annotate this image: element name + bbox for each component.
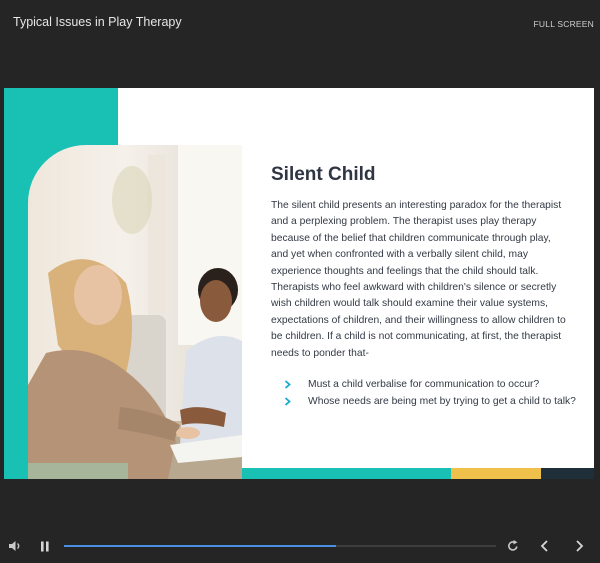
slide-body-text: The silent child presents an interesting… (271, 200, 566, 359)
next-icon[interactable] (575, 540, 584, 552)
progress-bar[interactable] (64, 545, 496, 547)
progress-fill (64, 545, 337, 547)
accent-bar-teal (242, 468, 451, 479)
bullet-item: Must a child verbalise for communication… (284, 376, 576, 393)
bullet-list: Must a child verbalise for communication… (284, 376, 576, 410)
previous-icon[interactable] (540, 540, 549, 552)
accent-bar-navy (541, 468, 594, 479)
player-controls (0, 530, 600, 563)
volume-icon[interactable] (8, 540, 22, 552)
slide-photo (28, 145, 242, 479)
slide: Silent Child The silent child presents a… (4, 88, 594, 479)
bullet-text: Must a child verbalise for communication… (308, 379, 540, 390)
bullet-text: Whose needs are being met by trying to g… (308, 396, 576, 407)
chevron-right-icon (284, 380, 291, 389)
accent-bar-yellow (451, 468, 541, 479)
bullet-item: Whose needs are being met by trying to g… (284, 393, 576, 410)
top-bar: Typical Issues in Play Therapy FULL SCRE… (0, 0, 600, 44)
course-title: Typical Issues in Play Therapy (13, 15, 182, 29)
chevron-right-icon (284, 397, 291, 406)
fullscreen-button[interactable]: FULL SCREEN (534, 19, 594, 29)
pause-icon[interactable] (40, 541, 50, 552)
slide-heading: Silent Child (271, 164, 376, 185)
replay-icon[interactable] (507, 540, 519, 552)
